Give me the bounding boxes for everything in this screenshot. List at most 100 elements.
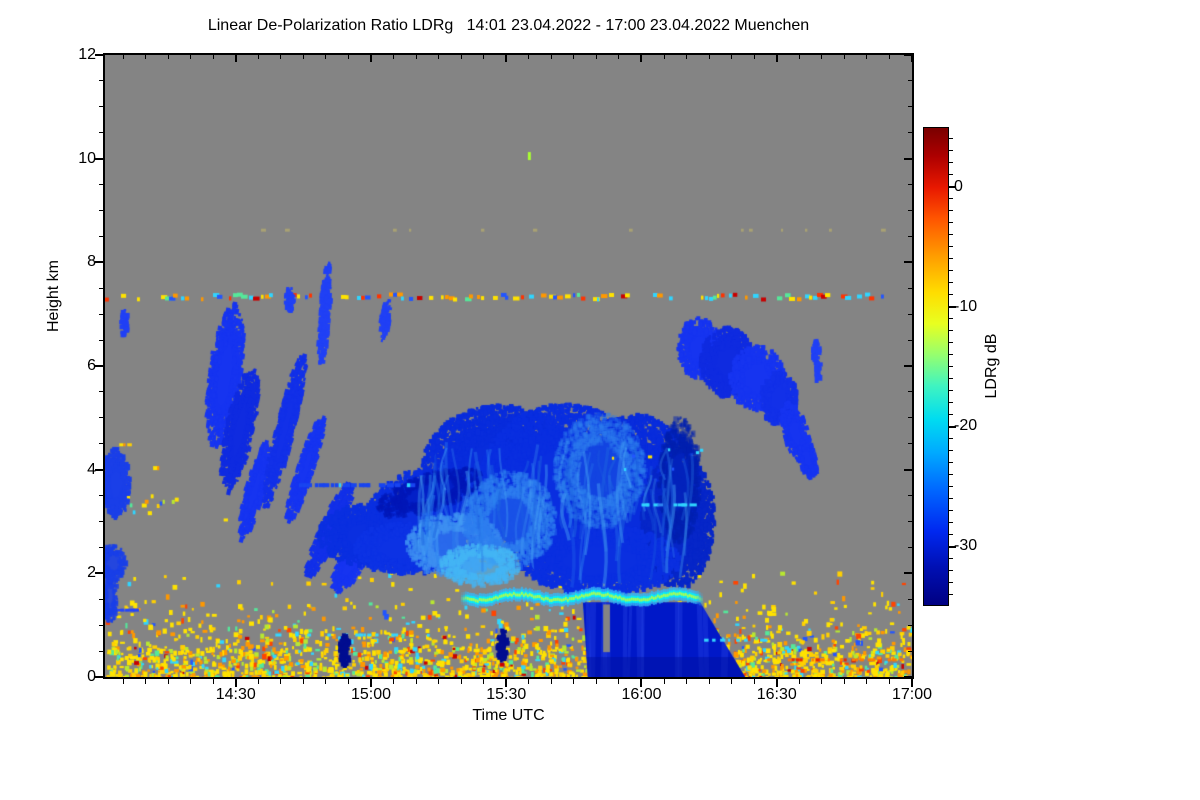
axis-tick <box>821 55 823 59</box>
axis-tick <box>949 366 953 367</box>
axis-tick <box>686 679 688 684</box>
axis-tick <box>866 55 868 59</box>
x-tick-label: 15:30 <box>486 686 527 703</box>
axis-tick <box>949 593 953 595</box>
axis-tick <box>908 650 912 652</box>
axis-tick <box>347 679 349 684</box>
x-tick-label: 16:00 <box>621 686 662 703</box>
axis-tick <box>573 679 575 684</box>
axis-tick <box>99 339 103 341</box>
axis-tick <box>99 650 103 652</box>
axis-tick <box>95 365 103 367</box>
axis-tick <box>640 55 643 62</box>
axis-tick <box>949 377 953 379</box>
axis-tick <box>369 55 372 62</box>
colorbar-tick-label: -30 <box>954 537 978 555</box>
colorbar-tick-label: 0 <box>954 177 963 195</box>
axis-tick <box>908 313 912 315</box>
axis-tick <box>904 676 912 678</box>
axis-tick <box>280 55 282 59</box>
axis-tick <box>949 354 953 356</box>
axis-tick <box>99 287 103 289</box>
axis-tick <box>798 55 800 59</box>
x-tick-label: 17:00 <box>891 686 933 703</box>
axis-tick <box>911 55 913 62</box>
axis-tick <box>663 679 665 684</box>
y-tick-label: 4 <box>87 460 96 478</box>
axis-tick <box>145 55 147 59</box>
axis-tick <box>908 417 912 419</box>
axis-tick <box>708 55 710 59</box>
axis-tick <box>904 157 912 160</box>
axis-tick <box>99 106 103 108</box>
axis-tick <box>95 261 103 264</box>
axis-tick <box>908 210 912 211</box>
ldr-time-height-plot: Linear De-Polarization Ratio LDRg 14:01 … <box>0 0 1200 800</box>
axis-tick <box>949 461 953 463</box>
axis-tick <box>438 55 440 59</box>
axis-tick <box>483 679 485 684</box>
axis-tick <box>775 55 778 62</box>
axis-tick <box>99 443 103 445</box>
axis-tick <box>904 54 912 56</box>
axis-tick <box>686 55 688 59</box>
axis-tick <box>550 55 552 59</box>
axis-tick <box>949 270 953 272</box>
axis-tick <box>99 598 103 600</box>
axis-tick <box>460 679 462 684</box>
axis-tick <box>949 150 953 152</box>
axis-tick <box>949 533 953 535</box>
axis-tick <box>573 55 575 59</box>
axis-tick <box>280 679 282 684</box>
axis-tick <box>949 485 953 487</box>
axis-tick <box>731 679 733 684</box>
axis-tick <box>949 342 953 344</box>
axis-tick <box>528 679 530 684</box>
axis-tick <box>95 54 103 56</box>
axis-tick <box>145 679 147 684</box>
axis-tick <box>888 55 890 59</box>
x-axis-label: Time UTC <box>472 707 545 724</box>
colorbar <box>923 127 949 606</box>
axis-tick <box>908 521 912 522</box>
axis-tick <box>99 313 103 315</box>
colorbar-label: LDRg dB <box>983 333 1000 399</box>
axis-tick <box>949 162 953 164</box>
y-tick-label: 10 <box>78 149 96 167</box>
axis-tick <box>663 55 665 59</box>
axis-tick <box>949 473 953 475</box>
y-tick-label: 8 <box>87 253 96 271</box>
axis-tick <box>99 417 103 419</box>
axis-tick <box>257 55 259 59</box>
heatmap-canvas <box>105 55 912 677</box>
axis-tick <box>908 132 912 134</box>
axis-tick <box>949 210 953 212</box>
x-tick-label: 14:30 <box>215 686 256 703</box>
axis-tick <box>99 624 103 626</box>
axis-tick <box>708 679 710 684</box>
axis-tick <box>904 261 912 264</box>
axis-tick <box>325 679 327 684</box>
axis-tick <box>949 569 953 571</box>
axis-tick <box>95 157 103 160</box>
axis-tick <box>99 132 103 134</box>
axis-tick <box>908 287 912 289</box>
axis-tick <box>190 679 192 684</box>
axis-tick <box>908 80 912 82</box>
axis-tick <box>908 598 912 600</box>
axis-tick <box>753 55 755 59</box>
axis-tick <box>393 679 395 684</box>
axis-tick <box>843 679 845 684</box>
axis-tick <box>753 679 755 684</box>
axis-tick <box>99 235 103 237</box>
axis-tick <box>438 679 440 684</box>
axis-tick <box>99 521 103 522</box>
axis-tick <box>618 679 620 684</box>
axis-tick <box>949 174 953 176</box>
axis-tick <box>550 679 552 684</box>
y-tick-label: 0 <box>87 668 96 685</box>
axis-tick <box>122 679 124 684</box>
axis-tick <box>908 235 912 237</box>
axis-tick <box>167 55 169 59</box>
axis-tick <box>949 557 953 559</box>
